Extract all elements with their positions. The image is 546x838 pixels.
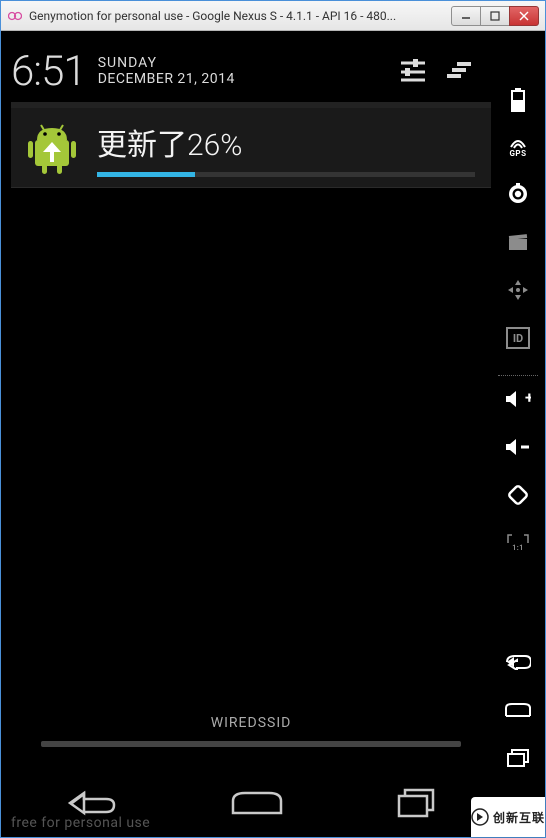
identifier-icon[interactable]: ID <box>501 321 535 355</box>
workspace: GPS ID + <box>1 31 545 837</box>
android-package-icon <box>25 122 79 176</box>
gps-icon[interactable]: GPS <box>501 131 535 165</box>
genymotion-side-toolbar: GPS ID + <box>491 61 545 837</box>
clapperboard-icon[interactable] <box>501 225 535 259</box>
shade-body <box>11 188 491 715</box>
svg-text:+: + <box>525 389 531 407</box>
camera-icon[interactable] <box>501 177 535 211</box>
back-icon[interactable] <box>501 645 535 679</box>
nav-home-button[interactable] <box>229 791 285 819</box>
pixel-ratio-icon[interactable]: 1:1 <box>501 526 535 560</box>
minimize-button[interactable] <box>451 6 481 26</box>
progress-bar-fill <box>97 172 195 177</box>
day-of-week: SUNDAY <box>98 56 235 71</box>
volume-up-icon[interactable]: + <box>501 382 535 416</box>
notification-shade-header[interactable]: 6:51 SUNDAY DECEMBER 21, 2014 <box>11 37 491 102</box>
title-bar: Genymotion for personal use - Google Nex… <box>1 1 545 31</box>
clear-all-icon[interactable] <box>447 61 473 83</box>
app-icon <box>7 8 23 24</box>
recent-apps-icon[interactable] <box>501 741 535 775</box>
rotate-icon[interactable] <box>501 478 535 512</box>
volume-down-icon[interactable] <box>501 430 535 464</box>
nav-recent-button[interactable] <box>396 788 436 822</box>
corner-logo-text: 创新互联 <box>493 809 545 826</box>
date-block: SUNDAY DECEMBER 21, 2014 <box>98 56 235 87</box>
date: DECEMBER 21, 2014 <box>98 72 235 87</box>
android-navbar <box>11 777 491 833</box>
maximize-button[interactable] <box>480 6 510 26</box>
svg-text:ID: ID <box>513 332 523 345</box>
corner-logo: 创新互联 <box>471 797 545 837</box>
device-screen: 6:51 SUNDAY DECEMBER 21, 2014 <box>11 37 491 833</box>
dpad-icon[interactable] <box>501 273 535 307</box>
shade-drag-handle[interactable] <box>41 741 461 747</box>
notification-body: 更新了26% <box>97 120 475 177</box>
main-window: Genymotion for personal use - Google Nex… <box>0 0 546 838</box>
clock: 6:51 <box>11 47 86 96</box>
window-title: Genymotion for personal use - Google Nex… <box>29 9 452 23</box>
progress-bar <box>97 172 475 177</box>
notification-title: 更新了26% <box>97 120 475 164</box>
shade-footer: WIREDSSID <box>11 715 491 747</box>
network-ssid: WIREDSSID <box>211 715 292 731</box>
notification-item[interactable]: 更新了26% <box>11 108 491 188</box>
quick-settings-icon[interactable] <box>399 58 427 86</box>
close-button[interactable] <box>509 6 539 26</box>
home-icon[interactable] <box>501 693 535 727</box>
nav-back-button[interactable] <box>66 790 118 820</box>
toolbar-divider <box>498 375 538 376</box>
battery-icon[interactable] <box>501 83 535 117</box>
